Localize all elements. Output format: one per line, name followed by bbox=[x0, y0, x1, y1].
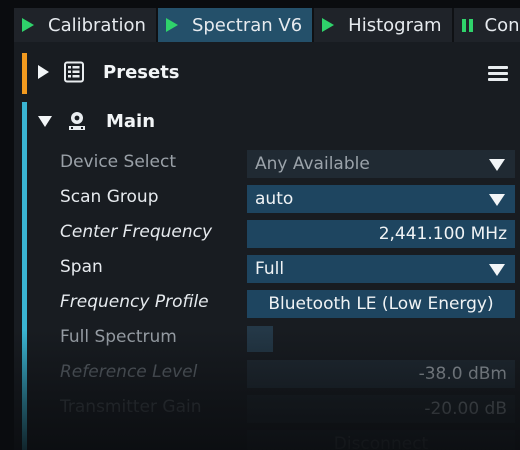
span-dropdown[interactable]: Full bbox=[247, 255, 515, 283]
presets-section-header[interactable]: Presets bbox=[38, 57, 180, 87]
full-spectrum-label: Full Spectrum bbox=[60, 327, 177, 347]
device-icon bbox=[66, 110, 88, 132]
scan-group-value: auto bbox=[255, 189, 294, 209]
main-title: Main bbox=[106, 110, 156, 132]
disconnect-button[interactable]: Disconnect bbox=[247, 430, 515, 450]
tab-con[interactable]: Con bbox=[453, 8, 520, 42]
play-icon bbox=[165, 18, 178, 32]
tab-label: Calibration bbox=[48, 14, 146, 36]
device-select-value: Any Available bbox=[255, 154, 370, 174]
dropdown-arrow-icon bbox=[489, 264, 505, 276]
play-icon bbox=[322, 18, 335, 32]
frequency-profile-label: Frequency Profile bbox=[60, 292, 209, 312]
span-label: Span bbox=[60, 257, 103, 277]
collapse-arrow-icon bbox=[38, 115, 52, 127]
scan-group-label: Scan Group bbox=[60, 187, 159, 207]
scan-group-dropdown[interactable]: auto bbox=[247, 185, 515, 213]
frequency-profile-button[interactable]: Bluetooth LE (Low Energy) bbox=[247, 290, 515, 318]
transmitter-gain-value: -20.00 dB bbox=[424, 399, 507, 419]
dropdown-arrow-icon bbox=[489, 194, 505, 206]
span-value: Full bbox=[255, 259, 285, 279]
transmitter-gain-label: Transmitter Gain bbox=[60, 397, 202, 417]
main-section-header[interactable]: Main bbox=[38, 106, 155, 136]
tab-bar: Calibration Spectran V6 Histogram Con bbox=[14, 8, 520, 42]
presets-title: Presets bbox=[103, 61, 180, 83]
document-list-icon bbox=[63, 61, 85, 83]
play-icon bbox=[22, 18, 34, 32]
tab-label: Spectran V6 bbox=[191, 14, 303, 36]
device-select-label: Device Select bbox=[60, 152, 176, 172]
tab-label: Histogram bbox=[348, 14, 442, 36]
presets-accent-bar bbox=[22, 53, 27, 94]
center-frequency-value: 2,441.100 MHz bbox=[378, 224, 507, 244]
reference-level-value: -38.0 dBm bbox=[418, 364, 507, 384]
frequency-profile-value: Bluetooth LE (Low Energy) bbox=[268, 294, 494, 314]
device-select-dropdown[interactable]: Any Available bbox=[247, 150, 515, 178]
tab-spectran-v6[interactable]: Spectran V6 bbox=[157, 8, 313, 42]
reference-level-label: Reference Level bbox=[60, 362, 198, 382]
tab-histogram[interactable]: Histogram bbox=[314, 8, 452, 42]
dropdown-arrow-icon bbox=[489, 159, 505, 171]
tab-label: Con bbox=[484, 14, 520, 36]
spectran-window: Calibration Spectran V6 Histogram Con Pr… bbox=[14, 8, 520, 450]
tab-calibration[interactable]: Calibration bbox=[14, 8, 156, 42]
center-frequency-input[interactable]: 2,441.100 MHz bbox=[247, 220, 515, 248]
center-frequency-label: Center Frequency bbox=[60, 222, 213, 242]
full-spectrum-checkbox[interactable] bbox=[247, 326, 273, 352]
reference-level-input[interactable]: -38.0 dBm bbox=[247, 360, 515, 388]
transmitter-gain-input[interactable]: -20.00 dB bbox=[247, 395, 515, 423]
expand-arrow-icon bbox=[38, 65, 49, 79]
disconnect-label: Disconnect bbox=[333, 434, 429, 450]
pause-icon bbox=[461, 18, 473, 32]
hamburger-menu-icon[interactable] bbox=[488, 66, 508, 82]
main-accent-bar bbox=[22, 102, 27, 450]
